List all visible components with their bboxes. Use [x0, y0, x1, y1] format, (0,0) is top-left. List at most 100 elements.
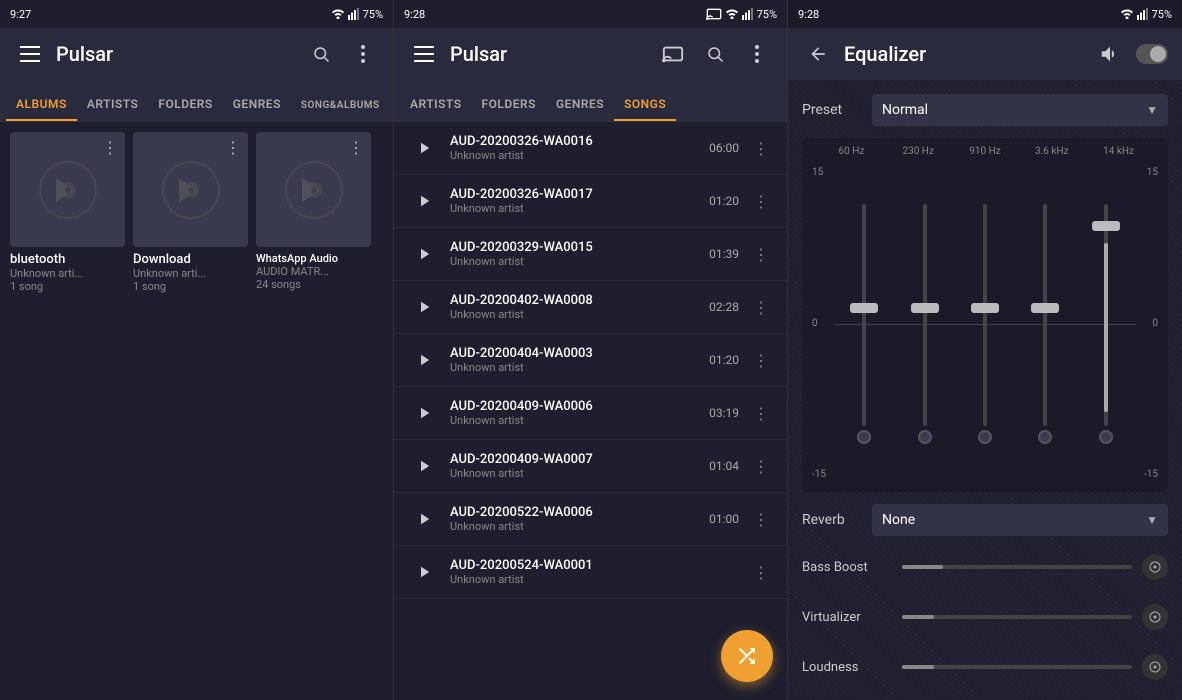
album-artist-whatsapp: AUDIO MATR... — [256, 265, 371, 278]
eq-sliders — [834, 163, 1136, 484]
song-duration-5: 03:19 — [709, 406, 739, 420]
play-btn-3[interactable] — [408, 291, 440, 323]
preset-select[interactable]: Normal ▼ — [872, 94, 1168, 126]
album-card-download[interactable]: ⋮ Download Unknown arti... 1 song — [133, 132, 248, 293]
song-item-0[interactable]: AUD-20200326-WA0016 Unknown artist 06:00… — [394, 122, 787, 175]
battery-3: 75% — [1152, 8, 1172, 21]
song-item-1[interactable]: AUD-20200326-WA0017 Unknown artist 01:20… — [394, 175, 787, 228]
search-icon-2[interactable] — [699, 38, 731, 70]
cast-icon[interactable] — [657, 38, 689, 70]
eq-thumb-3[interactable] — [1031, 303, 1059, 313]
album-name-bluetooth: bluetooth — [10, 252, 125, 267]
song-more-6[interactable]: ⋮ — [749, 454, 773, 478]
eq-band-3[interactable] — [1038, 204, 1052, 444]
eq-band-2[interactable] — [978, 204, 992, 444]
song-item-3[interactable]: AUD-20200402-WA0008 Unknown artist 02:28… — [394, 281, 787, 334]
song-item-7[interactable]: AUD-20200522-WA0006 Unknown artist 01:00… — [394, 493, 787, 546]
play-btn-4[interactable] — [408, 344, 440, 376]
app-title-2: Pulsar — [450, 42, 647, 66]
eq-band-4[interactable] — [1099, 204, 1113, 444]
bass-boost-row: Bass Boost — [802, 548, 1168, 586]
eq-thumb-4[interactable] — [1092, 221, 1120, 231]
menu-icon[interactable] — [14, 38, 46, 70]
eq-toggle[interactable] — [1136, 38, 1168, 70]
song-more-5[interactable]: ⋮ — [749, 401, 773, 425]
play-btn-1[interactable] — [408, 185, 440, 217]
eq-knob-1[interactable] — [918, 430, 932, 444]
wifi-icon — [331, 9, 345, 19]
preset-dropdown-arrow: ▼ — [1146, 103, 1158, 117]
tab-songs[interactable]: SONGS — [614, 87, 676, 121]
song-more-4[interactable]: ⋮ — [749, 348, 773, 372]
tab-songalbums[interactable]: SONG&ALBUMS — [291, 90, 390, 121]
song-item-5[interactable]: AUD-20200409-WA0006 Unknown artist 03:19… — [394, 387, 787, 440]
album-more-whatsapp[interactable]: ⋮ — [345, 136, 367, 158]
song-more-7[interactable]: ⋮ — [749, 507, 773, 531]
song-item-8[interactable]: AUD-20200524-WA0001 Unknown artist ⋮ — [394, 546, 787, 599]
panel-equalizer: 9:28 75% Equalizer Preset Normal ▼ — [788, 0, 1182, 700]
virtualizer-icon[interactable] — [1142, 604, 1168, 630]
freq-label-2: 910 Hz — [960, 146, 1010, 157]
menu-icon-2[interactable] — [408, 38, 440, 70]
eq-thumb-2[interactable] — [971, 303, 999, 313]
tab-genres-2[interactable]: GENRES — [546, 87, 614, 121]
virtualizer-slider[interactable] — [902, 615, 1132, 619]
virtualizer-fill — [902, 615, 934, 619]
back-icon[interactable] — [802, 38, 834, 70]
album-more-download[interactable]: ⋮ — [222, 136, 244, 158]
tab-genres-1[interactable]: GENRES — [223, 87, 291, 121]
bass-boost-icon[interactable] — [1142, 554, 1168, 580]
album-card-whatsapp[interactable]: ⋮ WhatsApp Audio AUDIO MATR... 24 songs — [256, 132, 371, 293]
tab-albums[interactable]: ALBUMS — [6, 87, 77, 121]
play-btn-6[interactable] — [408, 450, 440, 482]
volume-icon[interactable] — [1094, 38, 1126, 70]
song-artist-3: Unknown artist — [450, 308, 699, 321]
eq-band-1[interactable] — [918, 204, 932, 444]
preset-label: Preset — [802, 102, 862, 118]
loudness-slider[interactable] — [902, 665, 1132, 669]
song-duration-3: 02:28 — [709, 300, 739, 314]
eq-knob-2[interactable] — [978, 430, 992, 444]
play-btn-8[interactable] — [408, 556, 440, 588]
play-btn-2[interactable] — [408, 238, 440, 270]
eq-thumb-0[interactable] — [850, 303, 878, 313]
song-duration-6: 01:04 — [709, 459, 739, 473]
tab-artists-1[interactable]: ARTISTS — [77, 87, 149, 121]
song-more-0[interactable]: ⋮ — [749, 136, 773, 160]
song-more-1[interactable]: ⋮ — [749, 189, 773, 213]
db-top-left: 15 — [812, 167, 830, 178]
play-btn-7[interactable] — [408, 503, 440, 535]
song-name-5: AUD-20200409-WA0006 — [450, 399, 699, 414]
freq-label-3: 3.6 kHz — [1027, 146, 1077, 157]
virtualizer-label: Virtualizer — [802, 610, 892, 625]
loudness-row: Loudness — [802, 648, 1168, 686]
album-more-bluetooth[interactable]: ⋮ — [99, 136, 121, 158]
bass-boost-slider[interactable] — [902, 565, 1132, 569]
tab-artists-2[interactable]: ARTISTS — [400, 87, 472, 121]
tab-folders-1[interactable]: FOLDERS — [148, 87, 222, 121]
album-card-bluetooth[interactable]: ⋮ bluetooth Unknown arti... 1 song — [10, 132, 125, 293]
song-more-8[interactable]: ⋮ — [749, 560, 773, 584]
play-btn-5[interactable] — [408, 397, 440, 429]
freq-label-1: 230 Hz — [893, 146, 943, 157]
reverb-select[interactable]: None ▼ — [872, 504, 1168, 536]
reverb-row: Reverb None ▼ — [802, 504, 1168, 536]
eq-thumb-1[interactable] — [911, 303, 939, 313]
play-btn-0[interactable] — [408, 132, 440, 164]
song-item-4[interactable]: AUD-20200404-WA0003 Unknown artist 01:20… — [394, 334, 787, 387]
song-more-2[interactable]: ⋮ — [749, 242, 773, 266]
more-options-icon-2[interactable] — [741, 38, 773, 70]
song-item-6[interactable]: AUD-20200409-WA0007 Unknown artist 01:04… — [394, 440, 787, 493]
shuffle-fab[interactable] — [721, 630, 773, 682]
eq-knob-0[interactable] — [857, 430, 871, 444]
more-options-icon[interactable] — [347, 38, 379, 70]
eq-band-0[interactable] — [857, 204, 871, 444]
song-duration-0: 06:00 — [709, 141, 739, 155]
search-icon[interactable] — [305, 38, 337, 70]
song-more-3[interactable]: ⋮ — [749, 295, 773, 319]
tab-folders-2[interactable]: FOLDERS — [472, 87, 546, 121]
eq-knob-4[interactable] — [1099, 430, 1113, 444]
song-item-2[interactable]: AUD-20200329-WA0015 Unknown artist 01:39… — [394, 228, 787, 281]
eq-knob-3[interactable] — [1038, 430, 1052, 444]
loudness-icon[interactable] — [1142, 654, 1168, 680]
